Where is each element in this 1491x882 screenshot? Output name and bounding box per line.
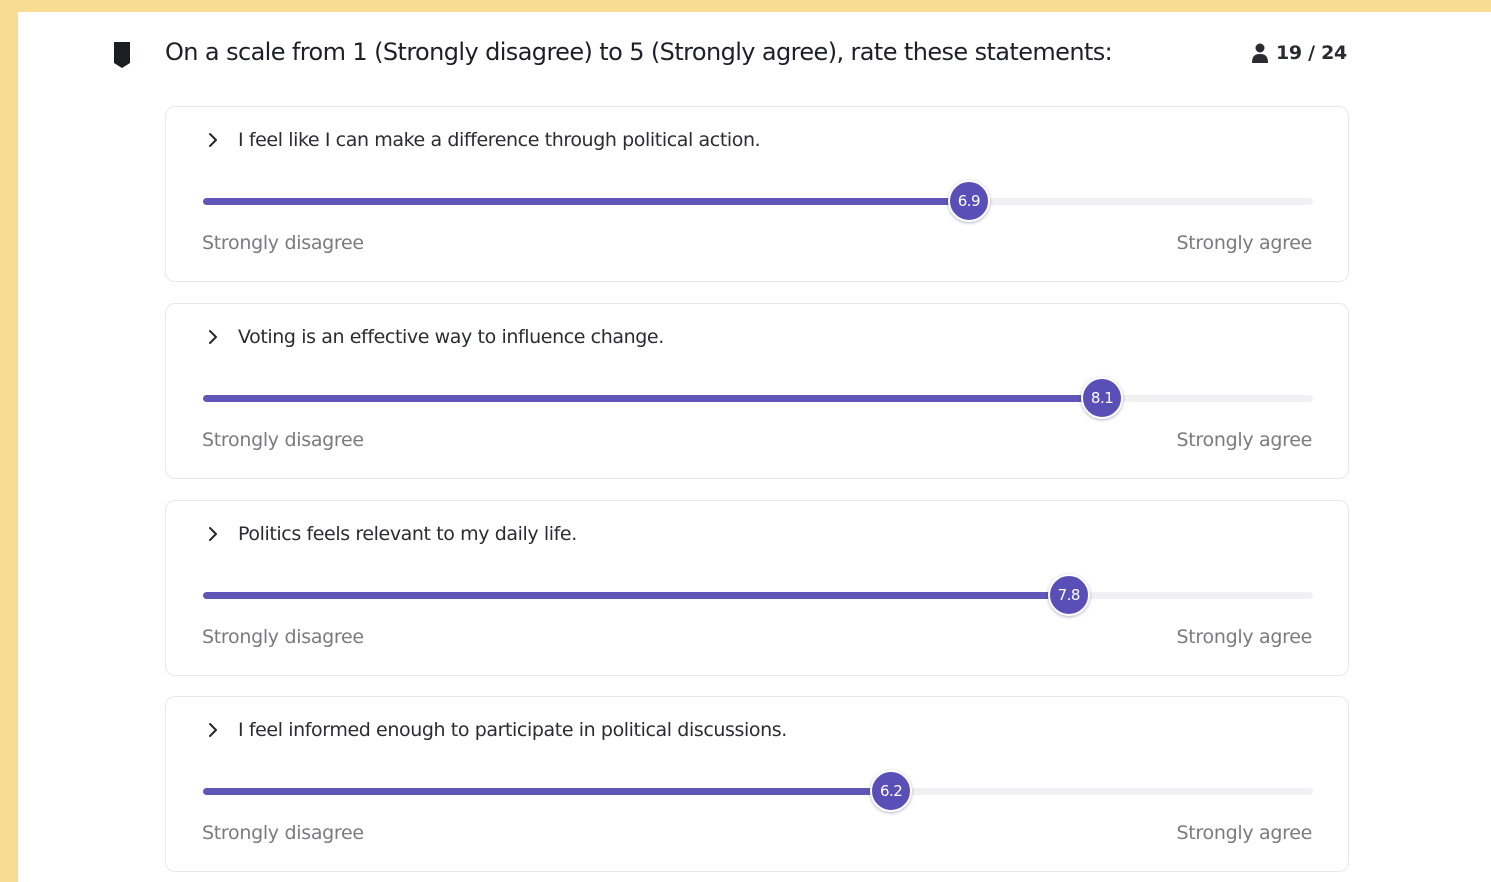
slider-fill <box>203 592 1069 599</box>
rating-slider[interactable]: 6.9 <box>203 180 1313 222</box>
slider-thumb[interactable]: 6.9 <box>947 180 990 222</box>
statement-card: Voting is an effective way to influence … <box>165 303 1349 479</box>
rating-slider[interactable]: 8.1 <box>203 377 1313 419</box>
statement-header[interactable]: Politics feels relevant to my daily life… <box>202 523 577 545</box>
rating-slider[interactable]: 7.8 <box>203 574 1313 616</box>
bookmark-icon <box>114 42 130 68</box>
progress-text: 19 / 24 <box>1276 42 1347 64</box>
statement-text: I feel informed enough to participate in… <box>238 719 787 741</box>
chevron-right-icon[interactable] <box>202 523 224 545</box>
slider-thumb[interactable]: 6.2 <box>870 770 913 812</box>
person-icon <box>1252 43 1268 63</box>
statement-text: Politics feels relevant to my daily life… <box>238 523 577 545</box>
max-label: Strongly agree <box>1176 822 1313 844</box>
slider-fill <box>203 788 892 795</box>
statement-header[interactable]: Voting is an effective way to influence … <box>202 326 664 348</box>
progress-counter: 19 / 24 <box>1252 42 1347 64</box>
min-label: Strongly disagree <box>202 626 364 648</box>
min-label: Strongly disagree <box>202 429 364 451</box>
max-label: Strongly agree <box>1176 429 1313 451</box>
slider-thumb[interactable]: 8.1 <box>1081 377 1124 419</box>
statement-card: I feel informed enough to participate in… <box>165 696 1349 872</box>
slider-fill <box>203 198 969 205</box>
rating-slider[interactable]: 6.2 <box>203 770 1313 812</box>
chevron-right-icon[interactable] <box>202 129 224 151</box>
statement-card: Politics feels relevant to my daily life… <box>165 500 1349 676</box>
max-label: Strongly agree <box>1176 232 1313 254</box>
statement-text: I feel like I can make a difference thro… <box>238 129 761 151</box>
survey-panel: On a scale from 1 (Strongly disagree) to… <box>18 12 1491 882</box>
chevron-right-icon[interactable] <box>202 719 224 741</box>
question-title: On a scale from 1 (Strongly disagree) to… <box>165 38 1113 66</box>
slider-fill <box>203 395 1103 402</box>
chevron-right-icon[interactable] <box>202 326 224 348</box>
slider-thumb[interactable]: 7.8 <box>1047 574 1090 616</box>
statement-header[interactable]: I feel informed enough to participate in… <box>202 719 787 741</box>
statement-card: I feel like I can make a difference thro… <box>165 106 1349 282</box>
statement-text: Voting is an effective way to influence … <box>238 326 664 348</box>
statement-header[interactable]: I feel like I can make a difference thro… <box>202 129 761 151</box>
min-label: Strongly disagree <box>202 232 364 254</box>
max-label: Strongly agree <box>1176 626 1313 648</box>
min-label: Strongly disagree <box>202 822 364 844</box>
